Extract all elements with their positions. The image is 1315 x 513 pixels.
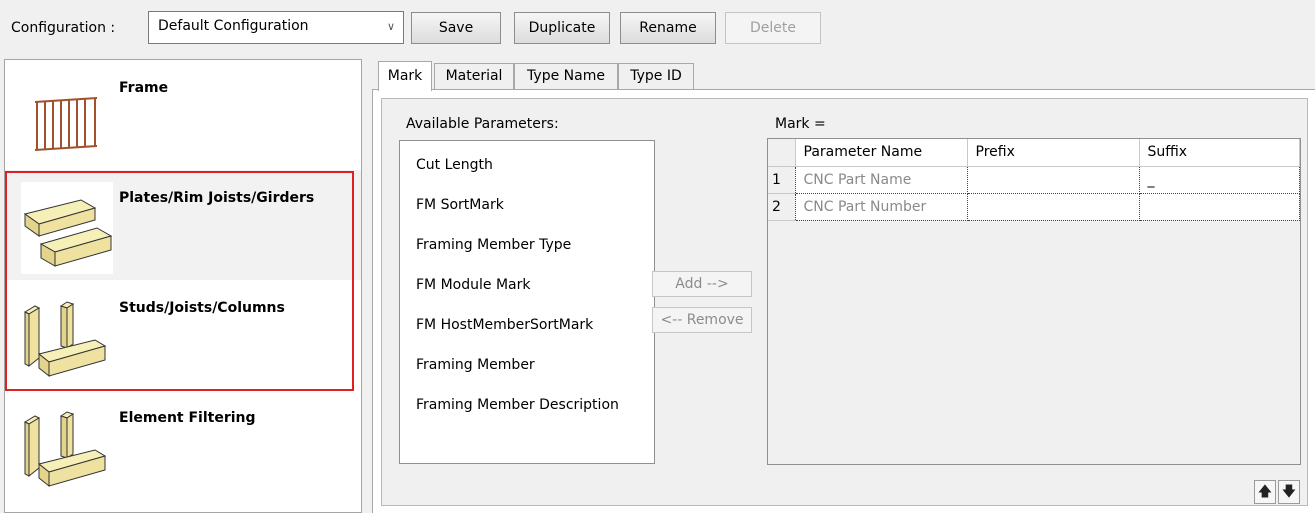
category-item-frame[interactable]: Frame [5,60,361,170]
category-item-studs[interactable]: Studs/Joists/Columns [5,280,361,390]
category-label: Studs/Joists/Columns [119,300,285,316]
save-button[interactable]: Save [411,12,501,44]
row-number: 2 [768,193,795,221]
configuration-value: Default Configuration [158,18,309,34]
duplicate-button[interactable]: Duplicate [514,12,610,44]
prefix-cell[interactable] [966,165,1140,194]
configuration-dropdown[interactable]: Default Configuration ∨ [148,11,404,44]
column-header-suffix[interactable]: Suffix [1139,139,1300,167]
mark-group: Available Parameters: Cut Length FM Sort… [381,98,1308,506]
chevron-down-icon: ∨ [386,20,395,33]
tab-type-name[interactable]: Type Name [514,63,618,91]
arrow-up-icon: 🡅 [1257,484,1273,500]
category-list: Frame Plates/Rim Joists/Girders Studs/Jo… [4,59,362,513]
list-item[interactable]: FM Module Mark [416,277,530,293]
plates-icon [21,182,113,274]
category-item-element-filtering[interactable]: Element Filtering [5,390,361,500]
column-header-parameter-name[interactable]: Parameter Name [795,139,968,167]
list-item[interactable]: Framing Member Description [416,397,619,413]
column-header-prefix[interactable]: Prefix [967,139,1140,167]
studs-icon [21,292,113,384]
add-button[interactable]: Add --> [652,271,752,297]
prefix-cell[interactable] [966,193,1140,221]
category-label: Frame [119,80,169,96]
configuration-label: Configuration : [11,20,116,36]
delete-button[interactable]: Delete [725,12,821,44]
list-item[interactable]: Cut Length [416,157,493,173]
tab-material[interactable]: Material [434,63,514,91]
category-item-plates[interactable]: Plates/Rim Joists/Girders [5,170,361,280]
parameter-name-cell[interactable]: CNC Part Number [794,193,968,221]
suffix-cell[interactable]: _ [1138,165,1300,194]
list-item[interactable]: FM HostMemberSortMark [416,317,593,333]
frame-icon [21,72,113,164]
mark-parameters-grid: Parameter Name Prefix Suffix 1 CNC Part … [767,138,1301,465]
row-number: 1 [768,166,795,194]
mark-formula-label: Mark = [775,116,826,132]
mark-tab-panel: Available Parameters: Cut Length FM Sort… [372,89,1315,513]
move-up-button[interactable]: 🡅 [1254,480,1276,504]
list-item[interactable]: Framing Member Type [416,237,571,253]
toolbar: Configuration : Default Configuration ∨ … [0,0,1315,56]
move-down-button[interactable]: 🡇 [1278,480,1300,504]
element-filtering-icon [21,402,113,494]
available-parameters-label: Available Parameters: [406,116,559,132]
remove-button[interactable]: <-- Remove [652,307,752,333]
configuration-dialog: Configuration : Default Configuration ∨ … [0,0,1315,513]
category-label: Element Filtering [119,410,256,426]
table-row: 2 CNC Part Number [768,193,1300,221]
available-parameters-list[interactable]: Cut Length FM SortMark Framing Member Ty… [399,140,655,464]
arrow-down-icon: 🡇 [1281,484,1297,500]
suffix-cell[interactable] [1138,193,1300,221]
parameter-name-cell[interactable]: CNC Part Name [794,165,968,194]
rename-button[interactable]: Rename [620,12,716,44]
tab-type-id[interactable]: Type ID [618,63,694,91]
table-row: 1 CNC Part Name _ [768,165,1300,194]
category-label: Plates/Rim Joists/Girders [119,190,315,206]
list-item[interactable]: FM SortMark [416,197,504,213]
grid-corner [768,139,796,167]
list-item[interactable]: Framing Member [416,357,535,373]
tab-mark[interactable]: Mark [378,61,432,91]
